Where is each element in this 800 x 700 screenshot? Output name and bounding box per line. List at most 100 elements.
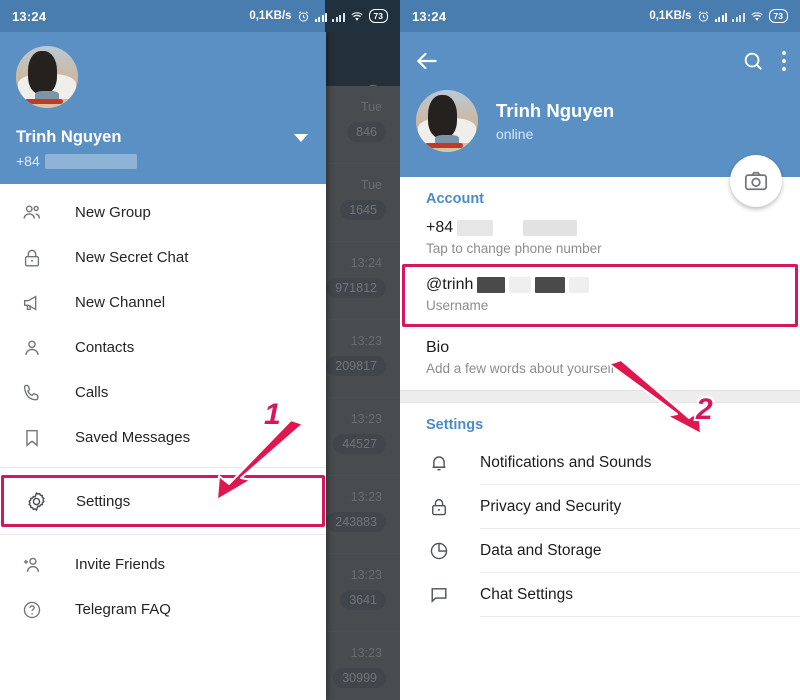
row-phone-number[interactable]: +84 Tap to change phone number [400,215,800,264]
group-icon [18,199,46,227]
battery-indicator: 73 [368,9,388,23]
redacted-gap [569,277,590,293]
redacted-gap [509,277,532,293]
settings-item-label: Chat Settings [480,586,574,603]
right-panel-telegram-settings: Trinh Nguyen online Account +84 Tap to c… [400,0,800,700]
menu-item-settings[interactable]: Settings [1,475,325,527]
menu-item-label: Telegram FAQ [75,601,171,618]
pie-chart-icon [426,540,452,562]
signal-bars-icon [714,11,728,22]
gear-icon [22,487,50,515]
profile-summary: Trinh Nguyen online [416,90,784,152]
menu-item-invite-friends[interactable]: Invite Friends [0,542,326,587]
navigation-drawer: Trinh Nguyen +84 New Group New Secret Ch… [0,32,326,700]
screenshot-root: Tue 846 Tue 1645 13:24 971812 13:23 2098… [0,0,800,700]
menu-item-label: New Group [75,204,151,221]
bell-icon [426,452,452,474]
redacted-gap [497,220,520,236]
bio-title: Bio [426,339,450,356]
signal-bars-icon [332,11,345,22]
person-add-icon [18,551,46,579]
drawer-account-phone: +84 [16,153,310,169]
bookmark-icon [18,424,46,452]
menu-item-label: Settings [76,492,131,510]
menu-item-label: New Channel [75,294,166,311]
signal-bars-icon [732,11,745,22]
camera-icon [744,171,768,191]
menu-item-label: Contacts [75,339,135,356]
settings-item-label: Data and Storage [480,542,602,559]
settings-scroll-body: Account +84 Tap to change phone number @… [400,177,800,700]
menu-item-new-channel[interactable]: New Channel [0,280,326,325]
menu-divider [0,534,326,535]
alarm-icon [298,10,308,22]
left-panel-telegram-drawer: Tue 846 Tue 1645 13:24 971812 13:23 2098… [0,0,400,700]
settings-item-label: Privacy and Security [480,498,622,515]
annotation-step-2: 2 [696,393,713,426]
wifi-icon [750,12,763,21]
camera-fab-button[interactable] [730,155,782,207]
alarm-icon [698,10,708,22]
bio-hint: Add a few words about yourself [426,361,615,376]
menu-item-label: Invite Friends [75,556,166,573]
megaphone-icon [18,289,46,317]
search-icon[interactable] [742,50,764,72]
redacted-phone-digits [44,153,137,169]
profile-name: Trinh Nguyen [496,100,615,121]
row-username[interactable]: @trinh Username [400,264,800,327]
menu-divider [0,467,326,468]
settings-item-notifications-and-sounds[interactable]: Notifications and Sounds [400,441,800,485]
settings-item-privacy-and-security[interactable]: Privacy and Security [400,485,800,529]
status-bar-left: 13:24 0,1KB/s 73 [0,0,400,32]
row-bio[interactable]: Bio Add a few words about yourself [400,327,800,390]
redacted-username [535,277,566,293]
person-icon [18,334,46,362]
signal-bars-icon [314,11,328,22]
redacted-digits [523,220,578,236]
question-mark-icon [18,596,46,624]
status-bar-clock: 13:24 [12,8,47,24]
status-bar-clock: 13:24 [412,8,447,24]
section-title-settings: Settings [426,417,484,433]
appbar-actions [400,44,800,78]
chat-bubble-icon [426,584,452,606]
username-value: @trinh [426,276,800,294]
section-divider [400,390,800,403]
menu-item-new-group[interactable]: New Group [0,190,326,235]
back-arrow-icon[interactable] [414,48,440,74]
settings-item-label: Notifications and Sounds [480,454,652,471]
menu-item-telegram-faq[interactable]: Telegram FAQ [0,587,326,632]
avatar[interactable] [16,46,78,108]
menu-item-contacts[interactable]: Contacts [0,325,326,370]
status-bar-network-speed: 0,1KB/s [249,10,292,22]
redacted-username [477,277,506,293]
redacted-digits [457,220,494,236]
phone-number-hint: Tap to change phone number [426,241,602,256]
phone-number-value: +84 [426,219,800,237]
menu-item-new-secret-chat[interactable]: New Secret Chat [0,235,326,280]
menu-item-label: Saved Messages [75,429,191,446]
chevron-down-icon[interactable] [294,134,308,142]
phone-icon [18,379,46,407]
more-vertical-icon[interactable] [782,51,786,71]
menu-item-label: New Secret Chat [75,249,189,266]
battery-indicator: 73 [768,9,788,23]
username-row-wrapper: @trinh Username [400,264,800,327]
phone-prefix: +84 [426,219,454,236]
drawer-header: Trinh Nguyen +84 [0,32,326,184]
username-text: @trinh [426,276,474,293]
drawer-account-name: Trinh Nguyen [16,128,122,146]
menu-item-label: Calls [75,384,109,401]
annotation-step-1: 1 [264,398,281,431]
wifi-icon [350,12,363,21]
lock-icon [426,496,452,518]
avatar[interactable] [416,90,478,152]
settings-item-chat-settings[interactable]: Chat Settings [400,573,800,617]
status-bar-network-speed: 0,1KB/s [649,10,692,22]
username-hint: Username [426,298,489,313]
status-bar-right: 13:24 0,1KB/s 73 [400,0,800,32]
profile-status: online [496,126,534,142]
settings-item-data-and-storage[interactable]: Data and Storage [400,529,800,573]
lock-icon [18,244,46,272]
phone-prefix: +84 [16,153,40,169]
